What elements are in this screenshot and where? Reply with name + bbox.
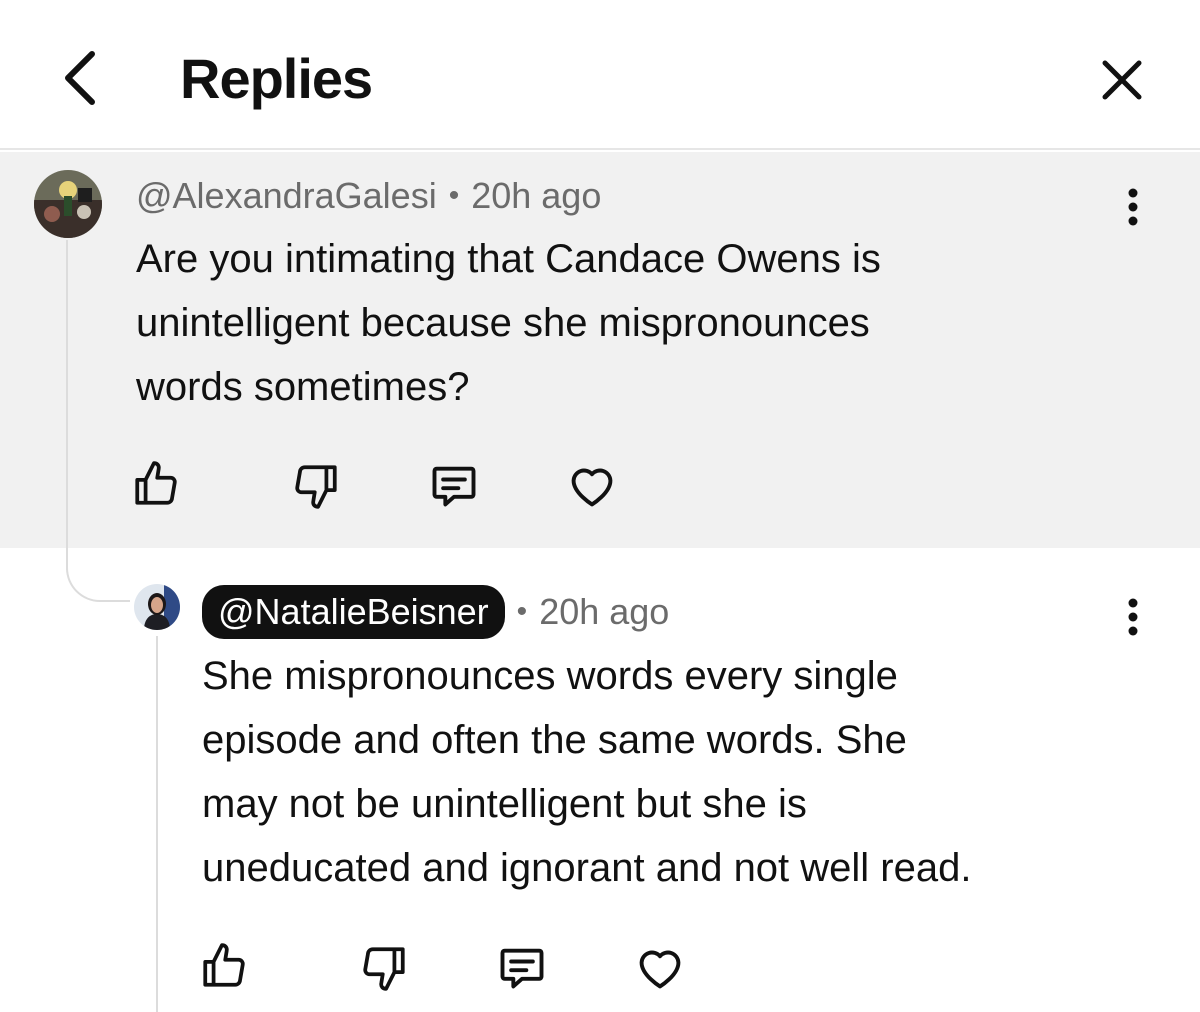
like-button[interactable] <box>196 938 252 994</box>
avatar-image <box>134 584 180 630</box>
meta-separator: • <box>516 595 528 628</box>
thumbs-down-icon <box>363 947 405 991</box>
thumbs-up-icon <box>135 461 177 505</box>
avatar[interactable] <box>134 584 180 630</box>
comment-meta: @NatalieBeisner • 20h ago <box>202 584 669 640</box>
comment-timestamp: 20h ago <box>539 591 670 632</box>
back-button[interactable] <box>50 48 110 108</box>
comment-line: uneducated and ignorant and not well rea… <box>202 846 972 890</box>
like-button[interactable] <box>128 456 184 512</box>
chevron-left-icon <box>65 51 95 105</box>
comment-line: Are you intimating that Candace Owens is <box>136 237 881 281</box>
author-handle[interactable]: @NatalieBeisner <box>202 585 505 639</box>
reply-button[interactable] <box>426 458 482 514</box>
page-title: Replies <box>180 47 373 110</box>
heart-icon <box>571 468 613 507</box>
comment-line: She mispronounces words every single <box>202 654 898 698</box>
close-button[interactable] <box>1090 48 1154 112</box>
avatar[interactable] <box>34 170 102 238</box>
comment-line: words sometimes? <box>136 365 470 409</box>
thumbs-up-icon <box>203 943 245 987</box>
reply-button[interactable] <box>494 940 550 996</box>
comment-line: may not be unintelligent but she is <box>202 782 807 826</box>
comment-body: Are you intimating that Candace Owens is… <box>136 227 881 419</box>
more-vertical-icon <box>1128 598 1138 636</box>
heart-icon <box>639 950 681 989</box>
comment-line: episode and often the same words. She <box>202 718 907 762</box>
dislike-button[interactable] <box>288 458 344 514</box>
author-handle[interactable]: @AlexandraGalesi <box>136 175 437 217</box>
close-icon <box>1102 60 1142 100</box>
comment-body: She mispronounces words every single epi… <box>202 644 971 900</box>
thread-line <box>66 240 68 570</box>
thread-connector <box>66 540 130 602</box>
comment-icon <box>500 948 544 989</box>
thread-line <box>156 636 158 1012</box>
meta-separator: • <box>448 179 460 212</box>
more-options-button[interactable] <box>1118 182 1148 232</box>
more-vertical-icon <box>1128 188 1138 226</box>
more-options-button[interactable] <box>1118 592 1148 642</box>
avatar-image <box>34 170 102 238</box>
thumbs-down-icon <box>295 465 337 509</box>
header-bar: Replies <box>0 0 1200 150</box>
comment-line: unintelligent because she mispronounces <box>136 301 870 345</box>
favorite-button[interactable] <box>564 458 620 514</box>
favorite-button[interactable] <box>632 940 688 996</box>
dislike-button[interactable] <box>356 940 412 996</box>
comment-timestamp: 20h ago <box>471 175 602 216</box>
comment-meta: @AlexandraGalesi • 20h ago <box>136 172 601 220</box>
comment-icon <box>432 466 476 507</box>
